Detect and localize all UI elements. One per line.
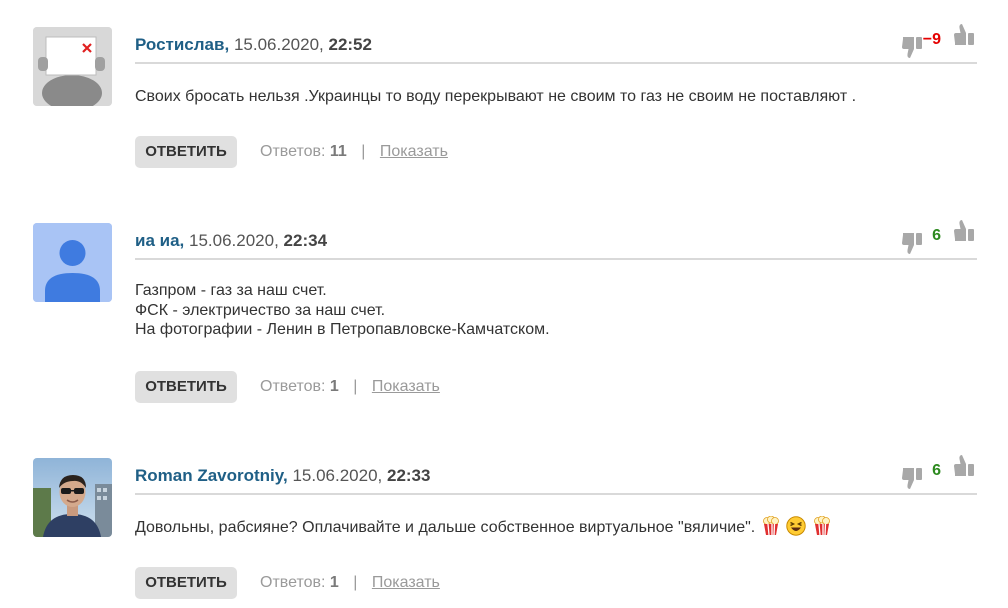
vote-score: 6 — [932, 462, 941, 479]
comment-text-line: Своих бросать нельзя .Украинцы то воду п… — [135, 88, 857, 105]
separator: | — [353, 378, 358, 395]
author-name[interactable]: иа иа, — [135, 231, 184, 250]
comment-meta: Roman Zavorotniy, 15.06.2020, 22:33 — [135, 466, 430, 486]
comment-body: Своих бросать нельзя .Украинцы то воду п… — [135, 87, 977, 107]
laughing-emoji — [786, 516, 806, 536]
reply-button[interactable]: ОТВЕТИТЬ — [135, 567, 237, 599]
replies-info: Ответов: 1 | Показать — [260, 378, 440, 396]
comment-header: Roman Zavorotniy, 15.06.2020, 22:33 6 — [135, 455, 977, 496]
comment-header: Ростислав, 15.06.2020, 22:52 −9 — [135, 24, 977, 65]
replies-count: 11 — [329, 143, 347, 160]
comment-text-line: Газпром - газ за наш счет. — [135, 282, 327, 299]
comment-time: 22:52 — [328, 35, 372, 54]
comment-time: 22:34 — [283, 231, 328, 250]
comment-body: Довольны, рабсияне? Оплачивайте и дальше… — [135, 516, 977, 538]
avatar[interactable] — [33, 223, 112, 302]
thumb-down-icon[interactable] — [901, 231, 923, 255]
author-name[interactable]: Roman Zavorotniy, — [135, 466, 288, 485]
comment-meta: Ростислав, 15.06.2020, 22:52 — [135, 35, 372, 55]
thumb-down-icon[interactable] — [901, 466, 923, 490]
vote-block: 6 — [887, 454, 977, 490]
broken-image-avatar — [33, 27, 112, 106]
comment-date: 15.06.2020, — [292, 466, 383, 485]
thumb-up-icon[interactable] — [953, 454, 975, 478]
avatar[interactable] — [33, 458, 112, 537]
replies-label: Ответов: — [260, 378, 326, 395]
comment-text-line: ФСК - электричество за наш счет. — [135, 301, 386, 319]
comment-text: Довольны, рабсияне? Оплачивайте и дальше… — [135, 519, 756, 536]
comment-text-line: На фотографии - Ленин в Петропавловске-К… — [135, 321, 550, 338]
vote-block: 6 — [887, 219, 977, 255]
comment-body: Газпром - газ за наш счет. ФСК - электри… — [135, 281, 977, 340]
author-name[interactable]: Ростислав, — [135, 35, 229, 54]
header-divider — [135, 258, 977, 260]
photo-avatar — [33, 458, 112, 537]
show-replies-link[interactable]: Показать — [380, 143, 448, 160]
comment-time: 22:33 — [386, 466, 431, 485]
comment-date: 15.06.2020, — [189, 231, 279, 250]
replies-label: Ответов: — [260, 574, 326, 591]
vote-block: −9 — [887, 23, 977, 59]
replies-count: 1 — [329, 378, 339, 395]
replies-count: 1 — [329, 574, 339, 591]
avatar[interactable] — [33, 27, 112, 106]
comment-meta: иа иа, 15.06.2020, 22:34 — [135, 231, 327, 251]
separator: | — [353, 574, 358, 591]
comment-header: иа иа, 15.06.2020, 22:34 6 — [135, 220, 977, 261]
show-replies-link[interactable]: Показать — [372, 574, 440, 591]
popcorn-emoji — [813, 516, 830, 536]
thumb-up-icon[interactable] — [953, 219, 975, 243]
header-divider — [135, 62, 977, 64]
vote-score: −9 — [922, 31, 941, 48]
replies-info: Ответов: 11 | Показать — [260, 143, 448, 161]
default-user-avatar — [33, 223, 112, 302]
show-replies-link[interactable]: Показать — [372, 378, 440, 395]
thumb-up-icon[interactable] — [953, 23, 975, 47]
reply-button[interactable]: ОТВЕТИТЬ — [135, 136, 237, 168]
header-divider — [135, 493, 977, 495]
replies-label: Ответов: — [260, 143, 326, 160]
thumb-down-icon[interactable] — [901, 35, 923, 59]
replies-info: Ответов: 1 | Показать — [260, 574, 440, 592]
separator: | — [361, 143, 366, 160]
popcorn-emoji — [762, 516, 779, 536]
reply-button[interactable]: ОТВЕТИТЬ — [135, 371, 237, 403]
comment-text-line: Довольны, рабсияне? Оплачивайте и дальше… — [135, 516, 977, 538]
vote-score: 6 — [932, 227, 941, 244]
comment-date: 15.06.2020, — [233, 35, 324, 54]
